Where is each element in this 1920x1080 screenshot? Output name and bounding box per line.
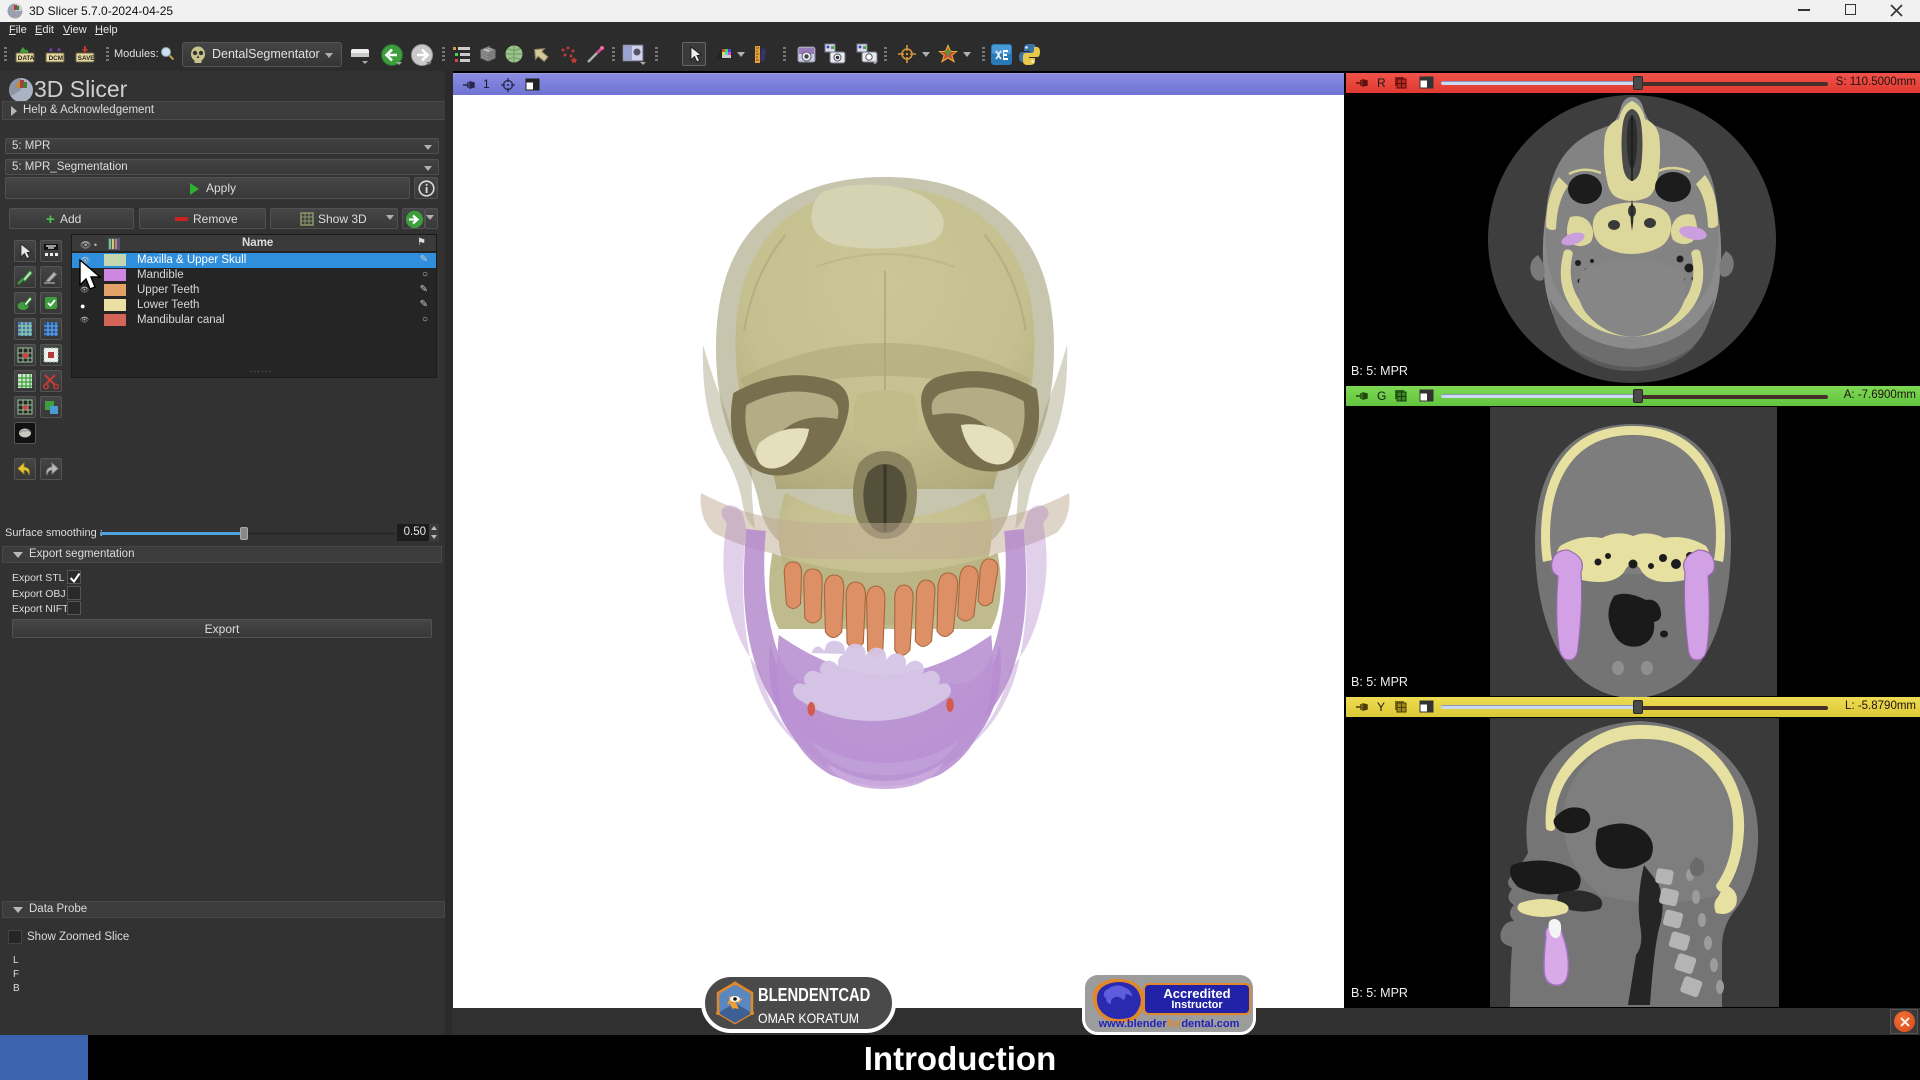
svg-text:SAVE: SAVE <box>78 55 95 62</box>
svg-text:DCM: DCM <box>49 55 63 62</box>
svg-text:DATA: DATA <box>18 55 35 62</box>
